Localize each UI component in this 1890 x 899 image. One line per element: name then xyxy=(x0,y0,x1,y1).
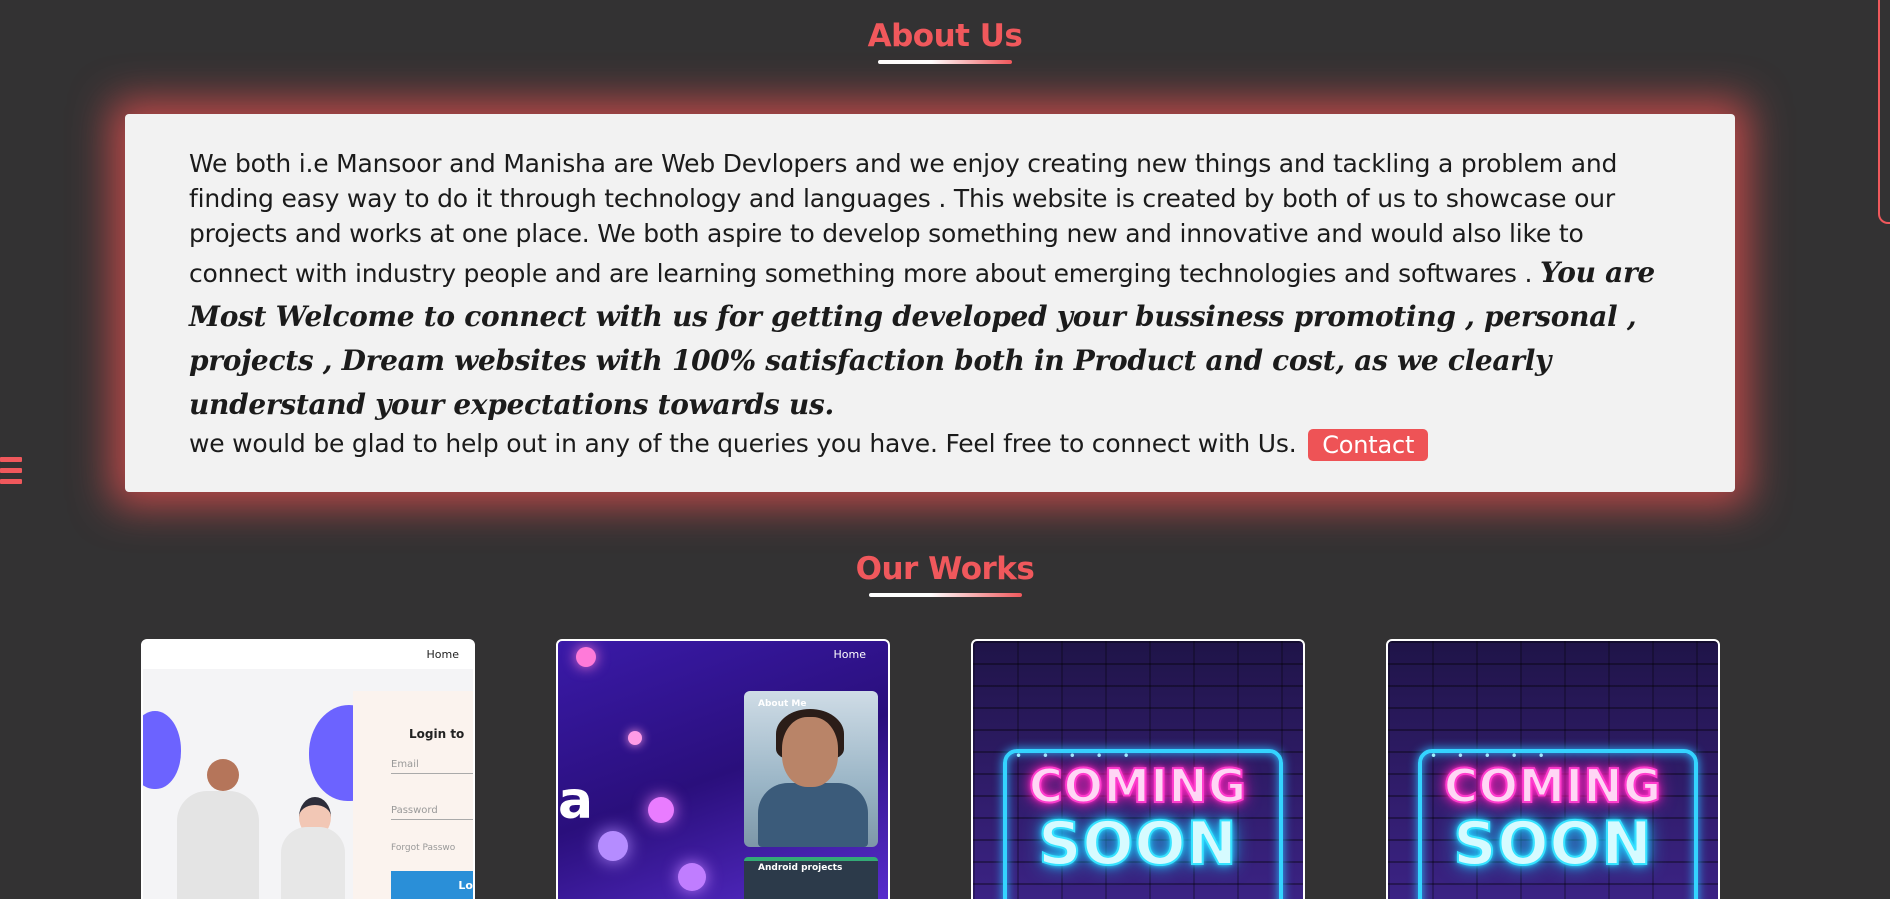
person-body-illustration xyxy=(177,791,259,899)
balloon-illustration xyxy=(143,711,181,789)
works-title-underline xyxy=(868,593,1022,597)
light-glow xyxy=(628,731,642,745)
forgot-password-link: Forgot Passwo xyxy=(391,843,456,853)
about-title-text: About Us xyxy=(867,18,1023,54)
login-form-title: Login to xyxy=(409,727,465,741)
portrait-body xyxy=(758,783,868,847)
about-paragraph: We both i.e Mansoor and Manisha are Web … xyxy=(189,146,1671,427)
about-closing-text: we would be glad to help out in any of t… xyxy=(189,429,1305,458)
menu-bar-middle xyxy=(0,468,22,473)
work-card-coming-soon[interactable]: • • • • • COMING SOON xyxy=(1386,639,1720,899)
menu-bar-top xyxy=(0,457,22,462)
person-body-illustration xyxy=(281,827,345,899)
password-field: Password xyxy=(391,805,473,820)
about-intro-text: We both i.e Mansoor and Manisha are Web … xyxy=(189,149,1618,288)
login-form-preview: Login to Email Password Forgot Passwo Lo xyxy=(353,691,473,899)
about-card: We both i.e Mansoor and Manisha are Web … xyxy=(125,114,1735,492)
nav-home-link: Home xyxy=(426,648,459,661)
menu-bar-bottom xyxy=(0,479,22,484)
contact-button[interactable]: Contact xyxy=(1308,429,1429,461)
person-head-illustration xyxy=(207,759,239,791)
about-title-underline xyxy=(878,60,1012,64)
hamburger-menu-icon[interactable] xyxy=(0,457,22,491)
neon-coming-text: COMING xyxy=(1443,758,1662,814)
android-projects-label: Android projects xyxy=(758,863,843,873)
work-card-coming-soon[interactable]: • • • • • COMING SOON xyxy=(971,639,1305,899)
email-field: Email xyxy=(391,759,473,774)
hero-letter: a xyxy=(558,771,594,831)
neon-coming-text: COMING xyxy=(1028,758,1247,814)
login-button: Lo xyxy=(391,871,473,899)
light-glow xyxy=(648,797,674,823)
about-me-preview: About Me xyxy=(744,691,878,847)
about-closing: we would be glad to help out in any of t… xyxy=(189,427,1671,461)
android-projects-preview: Android projects xyxy=(744,857,878,899)
works-title-text: Our Works xyxy=(855,551,1035,587)
neon-soon-text: SOON xyxy=(1037,808,1238,880)
neon-soon-text: SOON xyxy=(1452,808,1653,880)
login-illustration xyxy=(143,669,389,899)
about-section-title: About Us xyxy=(0,18,1890,64)
portrait-face xyxy=(782,717,838,787)
page: About Us We both i.e Mansoor and Manisha… xyxy=(0,0,1890,899)
nav-home-link: Home xyxy=(833,648,866,661)
login-preview-nav: Home xyxy=(143,641,473,669)
light-glow xyxy=(678,863,706,891)
light-glow xyxy=(576,647,596,667)
work-card-portfolio[interactable]: Home a About Me Android projects xyxy=(556,639,890,899)
works-section-title: Our Works xyxy=(0,551,1890,597)
light-glow xyxy=(598,831,628,861)
about-me-label: About Me xyxy=(758,699,807,709)
work-card-login[interactable]: Home Login to Email Password Forgot Pass… xyxy=(141,639,475,899)
